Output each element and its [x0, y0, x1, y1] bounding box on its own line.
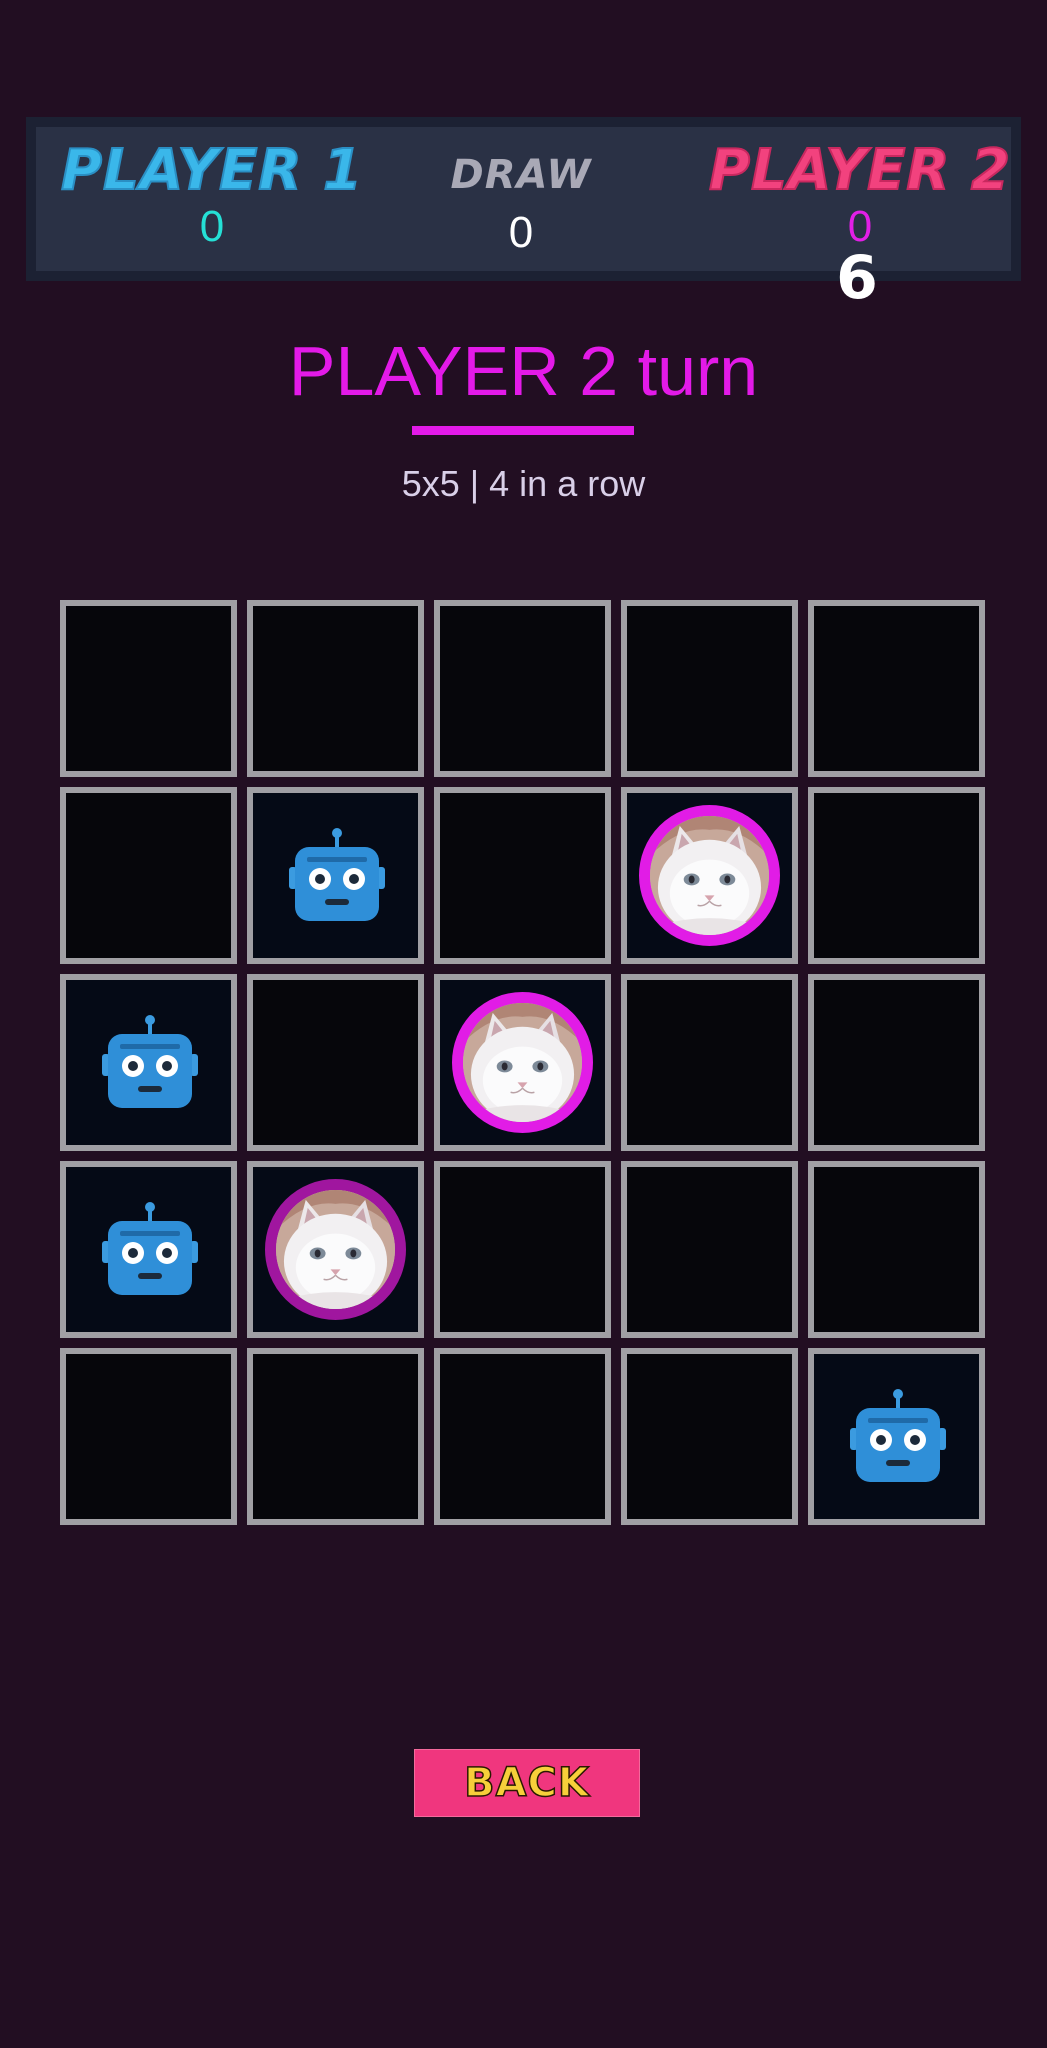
robot-icon: [100, 1014, 200, 1114]
board-cell-0-3[interactable]: [621, 600, 798, 777]
board-cell-1-3[interactable]: [621, 787, 798, 964]
board-cell-2-2[interactable]: [434, 974, 611, 1151]
player2-score-panel: PLAYER 2 0: [690, 138, 1030, 249]
board-cell-1-1[interactable]: [247, 787, 424, 964]
board-cell-0-1[interactable]: [247, 600, 424, 777]
board-cell-1-0[interactable]: [60, 787, 237, 964]
board-cell-2-0[interactable]: [60, 974, 237, 1151]
board-cell-2-4[interactable]: [808, 974, 985, 1151]
back-button[interactable]: BACK: [414, 1749, 640, 1817]
board-cell-0-4[interactable]: [808, 600, 985, 777]
board-cell-4-4[interactable]: [808, 1348, 985, 1525]
player1-score: 0: [199, 202, 225, 251]
board-cell-3-3[interactable]: [621, 1161, 798, 1338]
robot-icon: [287, 827, 387, 927]
player1-score-panel: PLAYER 1 0: [42, 138, 382, 251]
turn-timer: 6: [836, 243, 878, 313]
board-cell-3-0[interactable]: [60, 1161, 237, 1338]
robot-icon: [100, 1201, 200, 1301]
draw-score-panel: DRAW 0: [396, 155, 646, 255]
board-cell-4-0[interactable]: [60, 1348, 237, 1525]
draw-label: DRAW: [450, 152, 592, 198]
game-mode-text: 5x5 | 4 in a row: [401, 463, 646, 504]
board-cell-4-1[interactable]: [247, 1348, 424, 1525]
board-cell-0-0[interactable]: [60, 600, 237, 777]
cat-avatar: [452, 992, 593, 1133]
back-button-label: BACK: [463, 1759, 590, 1807]
board-cell-3-2[interactable]: [434, 1161, 611, 1338]
board-cell-2-3[interactable]: [621, 974, 798, 1151]
player1-label: PLAYER 1: [60, 138, 364, 203]
board-cell-4-3[interactable]: [621, 1348, 798, 1525]
cat-avatar: [639, 805, 780, 946]
game-board: [60, 600, 987, 1527]
board-cell-3-1[interactable]: [247, 1161, 424, 1338]
turn-indicator: PLAYER 2 turn: [288, 332, 759, 410]
player2-label: PLAYER 2: [708, 138, 1012, 203]
cat-avatar: [265, 1179, 406, 1320]
robot-icon: [848, 1388, 948, 1488]
board-cell-4-2[interactable]: [434, 1348, 611, 1525]
board-cell-0-2[interactable]: [434, 600, 611, 777]
board-cell-1-4[interactable]: [808, 787, 985, 964]
board-cell-3-4[interactable]: [808, 1161, 985, 1338]
draw-score: 0: [508, 208, 534, 257]
turn-underline: [412, 426, 634, 435]
board-cell-2-1[interactable]: [247, 974, 424, 1151]
board-cell-1-2[interactable]: [434, 787, 611, 964]
